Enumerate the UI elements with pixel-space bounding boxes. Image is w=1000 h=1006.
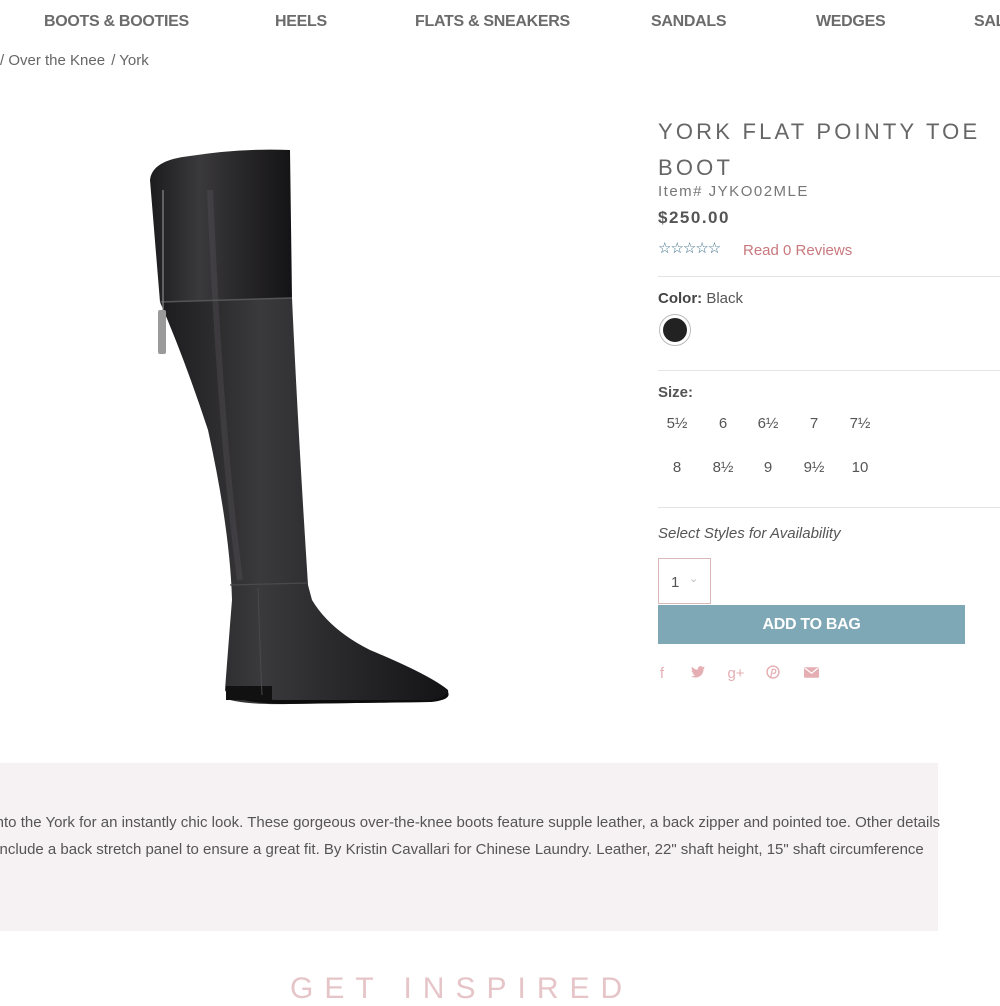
color-swatch-black[interactable] [659,314,691,346]
nav-item-boots-booties[interactable]: BOOTS & BOOTIES [44,13,189,31]
swatch-fill [663,318,687,342]
size-option[interactable]: 8 [659,459,695,476]
product-image [150,149,449,705]
main-nav: BOOTS & BOOTIES HEELS FLATS & SNEAKERS S… [0,0,1000,46]
nav-item-sandals[interactable]: SANDALS [651,13,727,31]
size-option[interactable]: 7½ [842,415,878,432]
size-option[interactable]: 7 [796,415,832,432]
size-label: Size: [658,384,694,401]
color-label-text: Color: [658,290,703,307]
add-to-bag-button[interactable]: ADD TO BAG [658,605,965,644]
breadcrumb: / Over the Knee / York [0,52,151,69]
read-reviews-link[interactable]: Read 0 Reviews [743,242,852,259]
google-plus-icon[interactable]: g+ [726,665,746,682]
size-option[interactable]: 9 [750,459,786,476]
size-option[interactable]: 6 [705,415,741,432]
breadcrumb-over-the-knee[interactable]: / Over the Knee [0,52,105,69]
chevron-down-icon: ⌄ [689,573,699,585]
nav-item-flats-sneakers[interactable]: FLATS & SNEAKERS [415,13,570,31]
nav-item-wedges[interactable]: WEDGES [816,13,886,31]
product-title: YORK FLAT POINTY TOE BOOT [658,119,981,180]
pinterest-icon[interactable] [763,665,783,683]
breadcrumb-york[interactable]: / York [111,52,149,69]
size-option[interactable]: 8½ [705,459,741,476]
size-option[interactable]: 9½ [796,459,832,476]
nav-item-sale[interactable]: SALE [974,13,1000,31]
twitter-icon[interactable] [688,665,708,682]
divider [658,370,1000,371]
quantity-value: 1 [671,574,680,591]
availability-label: Select Styles for Availability [658,525,841,542]
size-option[interactable]: 10 [842,459,878,476]
divider [658,507,1000,508]
item-number: Item# JYKO02MLE [658,183,809,200]
size-option[interactable]: 6½ [750,415,786,432]
rating-stars-icon[interactable]: ☆☆☆☆☆ [658,239,721,257]
product-description: p into the York for an instantly chic lo… [0,814,941,858]
divider [658,276,1000,277]
facebook-icon[interactable]: f [652,665,672,682]
color-label: Color: Black [658,290,743,307]
product-price: $250.00 [658,208,730,227]
size-option[interactable]: 5½ [659,415,695,432]
description-panel: p into the York for an instantly chic lo… [0,763,940,931]
nav-item-heels[interactable]: HEELS [275,13,327,31]
quantity-select[interactable]: 1 ⌄ [658,558,711,604]
color-value: Black [706,290,744,307]
section-heading-get-inspired: GET INSPIRED [290,972,634,1005]
email-icon[interactable] [801,665,821,682]
